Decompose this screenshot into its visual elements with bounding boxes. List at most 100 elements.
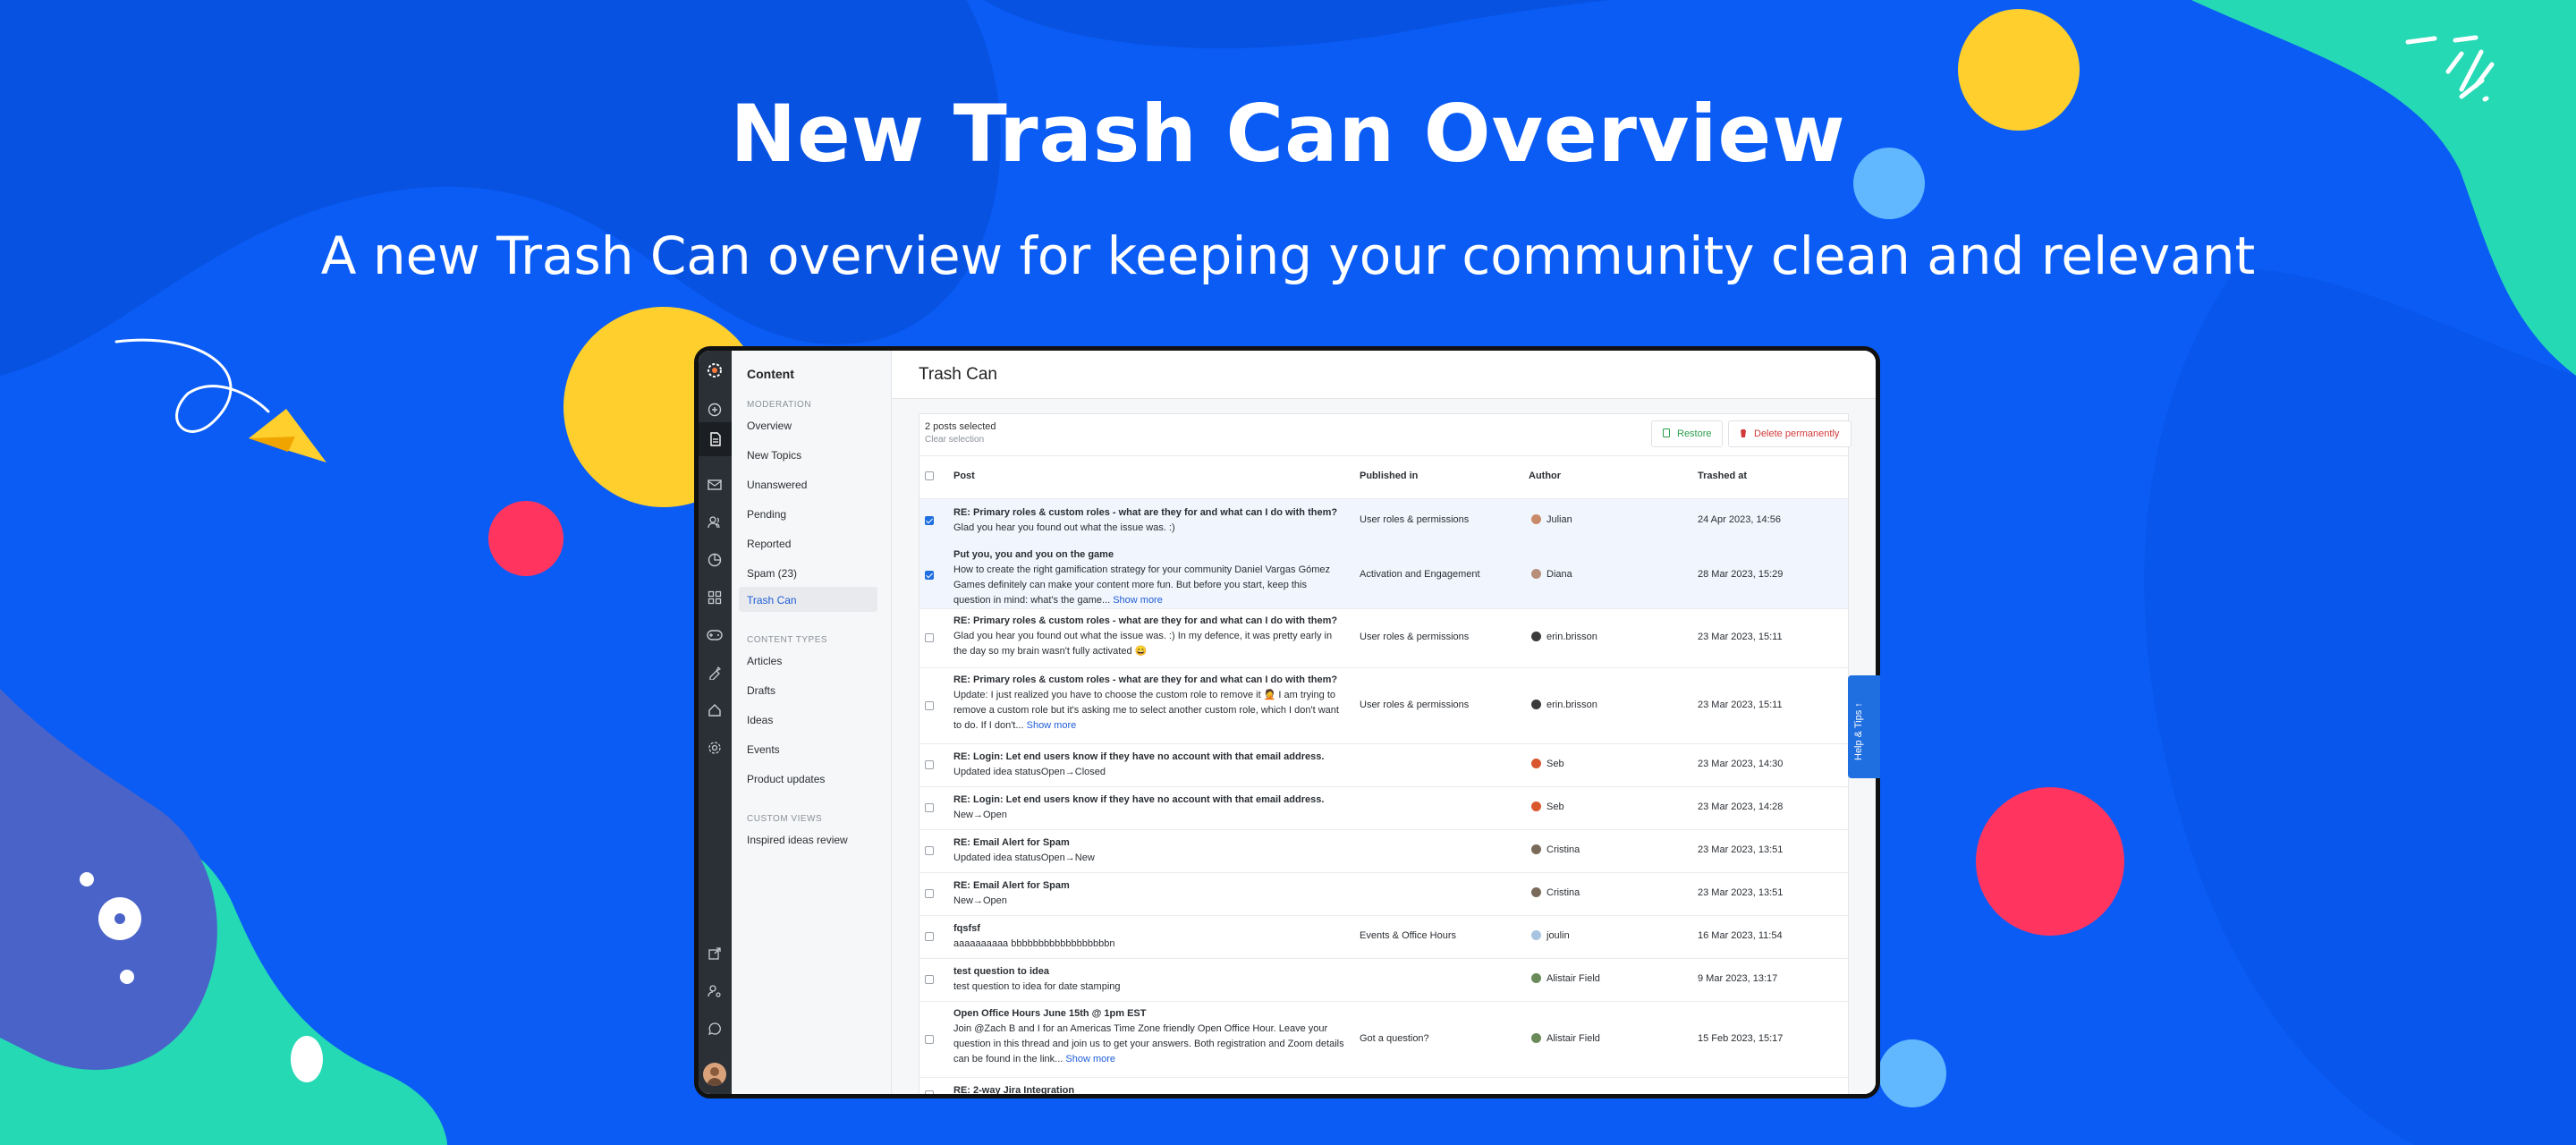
row-author[interactable]: Cristina (1531, 844, 1580, 855)
row-post[interactable]: RE: Email Alert for Spam Updated idea sta… (953, 835, 1345, 866)
subnav-item-unanswered[interactable]: Unanswered (747, 479, 807, 491)
row-author[interactable]: Seb (1531, 802, 1564, 812)
row-checkbox[interactable] (925, 1035, 934, 1044)
row-checkbox[interactable] (925, 846, 934, 855)
col-author[interactable]: Author (1529, 471, 1561, 481)
subnav-item-product-updates[interactable]: Product updates (747, 773, 825, 785)
row-post[interactable]: RE: 2-way Jira Integration (953, 1083, 1345, 1094)
subnav-item-articles[interactable]: Articles (747, 655, 782, 667)
post-title[interactable]: Open Office Hours June 15th @ 1pm EST (953, 1006, 1345, 1022)
document-icon[interactable] (699, 422, 732, 456)
logo-icon[interactable] (706, 361, 724, 379)
row-post[interactable]: RE: Primary roles & custom roles - what … (953, 614, 1345, 659)
gear-icon[interactable] (706, 739, 724, 757)
row-checkbox[interactable] (925, 803, 934, 812)
external-link-icon[interactable] (706, 945, 724, 963)
users-icon[interactable] (706, 513, 724, 531)
row-author[interactable]: Cristina (1531, 887, 1580, 898)
subnav-item-drafts[interactable]: Drafts (747, 684, 775, 697)
delete-permanently-button[interactable]: Delete permanently (1728, 420, 1852, 447)
subnav-item-inspired-ideas-review[interactable]: Inspired ideas review (747, 834, 848, 846)
table-row[interactable]: RE: Primary roles & custom roles - what … (919, 499, 1848, 543)
table-row[interactable]: test question to idea test question to id… (919, 958, 1848, 1002)
post-title[interactable]: RE: Primary roles & custom roles - what … (953, 673, 1345, 688)
table-row[interactable]: RE: Login: Let end users know if they ha… (919, 786, 1848, 830)
avatar[interactable] (703, 1063, 726, 1086)
table-row[interactable]: Put you, you and you on the game How to c… (919, 542, 1848, 609)
row-author[interactable]: Alistair Field (1531, 973, 1600, 984)
brush-icon[interactable] (706, 664, 724, 682)
subnav-item-overview[interactable]: Overview (747, 420, 792, 432)
row-checkbox[interactable] (925, 701, 934, 710)
post-title[interactable]: test question to idea (953, 964, 1345, 980)
grid-icon[interactable] (706, 589, 724, 606)
row-post[interactable]: RE: Login: Let end users know if they ha… (953, 793, 1345, 823)
row-published-in[interactable]: User roles & permissions (1360, 700, 1469, 710)
row-published-in[interactable]: Activation and Engagement (1360, 569, 1480, 580)
help-tips-tab[interactable]: Help & Tips ↑ (1848, 675, 1880, 778)
show-more-link[interactable]: Show more (1113, 595, 1163, 606)
restore-button[interactable]: Restore (1651, 420, 1723, 447)
row-author[interactable]: Seb (1531, 759, 1564, 769)
row-author[interactable]: erin.brisson (1531, 632, 1597, 642)
row-post[interactable]: RE: Login: Let end users know if they ha… (953, 750, 1345, 780)
show-more-link[interactable]: Show more (1027, 720, 1077, 731)
row-checkbox[interactable] (925, 932, 934, 941)
subnav-item-spam[interactable]: Spam (23) (747, 567, 797, 580)
col-post[interactable]: Post (953, 471, 975, 481)
clear-selection-link[interactable]: Clear selection (925, 435, 984, 445)
chat-icon[interactable] (706, 1020, 724, 1038)
table-row[interactable]: RE: 2-way Jira Integration (919, 1077, 1848, 1094)
gamepad-icon[interactable] (706, 626, 724, 644)
col-trashed-at[interactable]: Trashed at (1698, 471, 1747, 481)
row-post[interactable]: Put you, you and you on the game How to c… (953, 547, 1345, 608)
row-post[interactable]: RE: Email Alert for Spam New→Open (953, 878, 1345, 909)
row-published-in[interactable]: Events & Office Hours (1360, 930, 1456, 941)
row-checkbox[interactable] (925, 571, 934, 580)
mail-icon[interactable] (706, 476, 724, 494)
post-title[interactable]: Put you, you and you on the game (953, 547, 1345, 563)
show-more-link[interactable]: Show more (1065, 1054, 1115, 1064)
row-post[interactable]: RE: Primary roles & custom roles - what … (953, 673, 1345, 734)
subnav-item-events[interactable]: Events (747, 743, 780, 756)
post-title[interactable]: RE: 2-way Jira Integration (953, 1083, 1345, 1094)
select-all-checkbox[interactable] (925, 471, 934, 480)
table-row[interactable]: RE: Email Alert for Spam New→Open Cristin… (919, 872, 1848, 916)
row-post[interactable]: test question to idea test question to id… (953, 964, 1345, 995)
row-post[interactable]: Open Office Hours June 15th @ 1pm EST Joi… (953, 1006, 1345, 1067)
table-row[interactable]: RE: Email Alert for Spam Updated idea sta… (919, 829, 1848, 873)
col-published-in[interactable]: Published in (1360, 471, 1418, 481)
plus-icon[interactable] (706, 401, 724, 419)
subnav-item-new-topics[interactable]: New Topics (747, 449, 801, 462)
table-row[interactable]: RE: Login: Let end users know if they ha… (919, 743, 1848, 787)
post-title[interactable]: RE: Primary roles & custom roles - what … (953, 505, 1345, 521)
row-author[interactable]: Alistair Field (1531, 1033, 1600, 1044)
row-checkbox[interactable] (925, 516, 934, 525)
user-settings-icon[interactable] (706, 982, 724, 1000)
row-post[interactable]: RE: Primary roles & custom roles - what … (953, 505, 1345, 536)
table-row[interactable]: RE: Primary roles & custom roles - what … (919, 608, 1848, 668)
row-author[interactable]: Diana (1531, 569, 1572, 580)
row-checkbox[interactable] (925, 633, 934, 642)
post-title[interactable]: fqsfsf (953, 921, 1345, 937)
post-title[interactable]: RE: Login: Let end users know if they ha… (953, 750, 1345, 765)
row-published-in[interactable]: User roles & permissions (1360, 632, 1469, 642)
row-author[interactable]: erin.brisson (1531, 700, 1597, 710)
row-checkbox[interactable] (925, 889, 934, 898)
subnav-item-pending[interactable]: Pending (747, 508, 786, 521)
subnav-item-ideas[interactable]: Ideas (747, 714, 773, 726)
table-row[interactable]: RE: Primary roles & custom roles - what … (919, 667, 1848, 744)
post-title[interactable]: RE: Primary roles & custom roles - what … (953, 614, 1345, 629)
row-checkbox[interactable] (925, 975, 934, 984)
subnav-item-reported[interactable]: Reported (747, 538, 791, 550)
subnav-item-trash-can[interactable]: Trash Can (747, 594, 797, 606)
chart-icon[interactable] (706, 551, 724, 569)
post-title[interactable]: RE: Login: Let end users know if they ha… (953, 793, 1345, 808)
row-checkbox[interactable] (925, 760, 934, 769)
row-checkbox[interactable] (925, 1090, 934, 1094)
row-post[interactable]: fqsfsf aaaaaaaaaa bbbbbbbbbbbbbbbbbbn (953, 921, 1345, 952)
row-author[interactable]: Julian (1531, 514, 1572, 525)
row-published-in[interactable]: Got a question? (1360, 1033, 1429, 1044)
row-author[interactable]: joulin (1531, 930, 1570, 941)
table-row[interactable]: fqsfsf aaaaaaaaaa bbbbbbbbbbbbbbbbbbn Eve… (919, 915, 1848, 959)
